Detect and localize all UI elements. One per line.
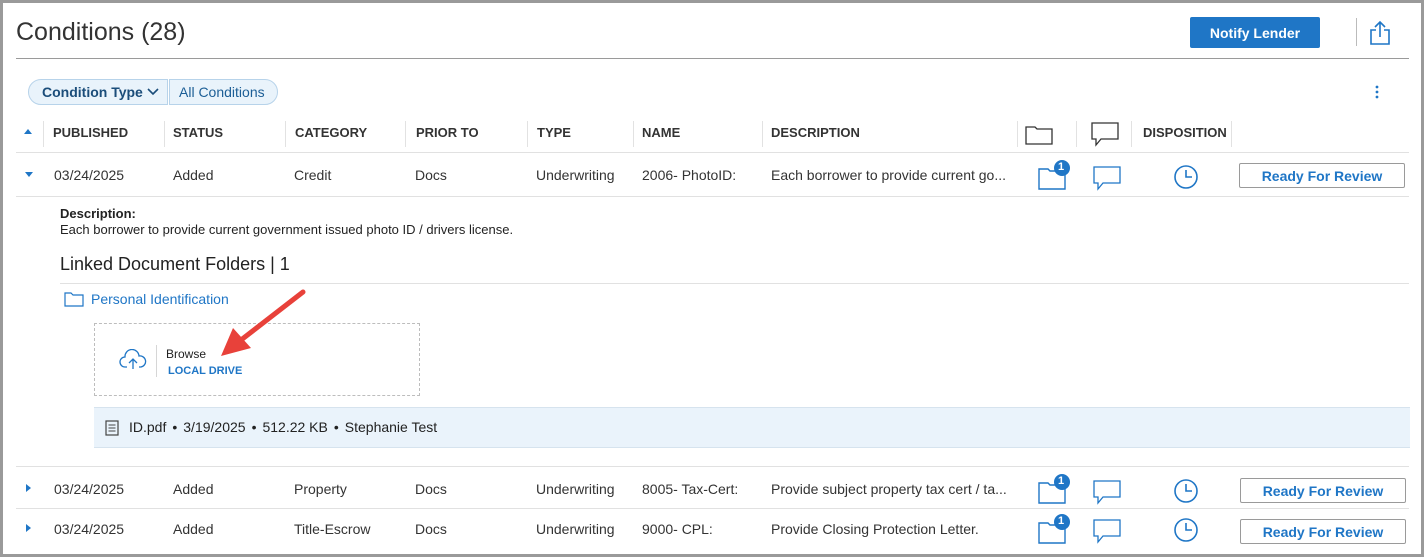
cell-status: Added	[173, 481, 214, 497]
col-published[interactable]: PUBLISHED	[53, 125, 128, 140]
clock-icon[interactable]	[1173, 478, 1199, 504]
col-type[interactable]: TYPE	[537, 125, 571, 140]
cloud-upload-icon	[119, 349, 147, 369]
doc-count-badge: 1	[1058, 161, 1065, 173]
share-icon[interactable]	[1367, 20, 1393, 46]
all-conditions-filter[interactable]: All Conditions	[169, 79, 278, 105]
cell-published: 03/24/2025	[54, 481, 125, 497]
file-user: Stephanie Test	[344, 419, 438, 435]
expand-row-icon[interactable]	[25, 523, 33, 533]
condition-type-label: Condition Type	[42, 84, 143, 100]
cell-category: Property	[294, 481, 347, 497]
cell-status: Added	[173, 167, 214, 183]
browse-label: Browse	[166, 347, 207, 361]
condition-type-filter[interactable]: Condition Type	[28, 79, 168, 105]
documents-button[interactable]: 1	[1037, 512, 1077, 544]
comment-icon[interactable]	[1093, 479, 1121, 505]
cell-prior-to: Docs	[415, 481, 447, 497]
cell-name: 9000- CPL:	[642, 521, 713, 537]
comment-icon[interactable]	[1093, 165, 1121, 191]
cell-description: Each borrower to provide current go...	[771, 167, 1007, 183]
clock-icon[interactable]	[1173, 164, 1199, 190]
cell-type: Underwriting	[536, 521, 615, 537]
documents-button[interactable]: 1	[1037, 158, 1077, 190]
folder-link[interactable]: Personal Identification	[91, 291, 229, 307]
col-description[interactable]: DESCRIPTION	[771, 125, 860, 140]
col-category[interactable]: CATEGORY	[295, 125, 367, 140]
doc-count-badge: 1	[1058, 475, 1065, 487]
file-size: 512.22 KB	[262, 419, 328, 435]
cell-prior-to: Docs	[415, 167, 447, 183]
collapse-row-icon[interactable]	[24, 171, 34, 179]
ready-for-review-button[interactable]: Ready For Review	[1240, 478, 1406, 503]
cell-description: Provide Closing Protection Letter.	[771, 521, 979, 537]
header-divider-line	[16, 58, 1409, 59]
documents-button[interactable]: 1	[1037, 472, 1077, 504]
file-date: 3/19/2025	[183, 419, 246, 435]
header-divider	[1356, 18, 1357, 46]
local-drive-link[interactable]: LOCAL DRIVE	[168, 365, 242, 377]
ready-for-review-button[interactable]: Ready For Review	[1239, 163, 1405, 188]
cell-category: Credit	[294, 167, 332, 183]
cell-category: Title-Escrow	[294, 521, 371, 537]
comment-icon[interactable]	[1093, 518, 1121, 544]
folder-icon	[1038, 474, 1070, 504]
cell-published: 03/24/2025	[54, 521, 125, 537]
linked-folders-title: Linked Document Folders | 1	[60, 254, 290, 274]
chevron-down-icon	[147, 88, 159, 96]
cell-status: Added	[173, 521, 214, 537]
conditions-panel: Conditions (28) Notify Lender Condition …	[0, 0, 1424, 557]
doc-count-badge: 1	[1058, 515, 1065, 527]
folder-icon	[1038, 160, 1070, 190]
description-text: Each borrower to provide current governm…	[60, 222, 514, 237]
kebab-menu-icon[interactable]	[1374, 84, 1380, 100]
file-name[interactable]: ID.pdf	[129, 419, 166, 435]
page-title: Conditions (28)	[16, 18, 186, 46]
clock-icon[interactable]	[1173, 517, 1199, 543]
cell-published: 03/24/2025	[54, 167, 125, 183]
file-meta: ID.pdf • 3/19/2025 • 512.22 KB • Stephanie Tes…	[129, 419, 438, 435]
notify-lender-button[interactable]: Notify Lender	[1190, 17, 1320, 48]
ready-for-review-button[interactable]: Ready For Review	[1240, 519, 1406, 544]
expand-row-icon[interactable]	[25, 483, 33, 493]
description-label: Description:	[60, 206, 136, 221]
folder-icon	[1025, 126, 1053, 145]
cell-name: 8005- Tax-Cert:	[642, 481, 739, 497]
cell-description: Provide subject property tax cert / ta..…	[771, 481, 1007, 497]
comment-icon	[1091, 122, 1119, 147]
col-prior-to[interactable]: PRIOR TO	[416, 125, 479, 140]
folder-icon	[64, 292, 84, 307]
cell-prior-to: Docs	[415, 521, 447, 537]
file-icon	[105, 420, 119, 436]
all-conditions-label: All Conditions	[179, 84, 265, 100]
cell-name: 2006- PhotoID:	[642, 167, 737, 183]
col-name[interactable]: NAME	[642, 125, 680, 140]
cell-type: Underwriting	[536, 167, 615, 183]
sort-up-icon[interactable]	[23, 127, 33, 135]
cell-type: Underwriting	[536, 481, 615, 497]
col-status[interactable]: STATUS	[173, 125, 223, 140]
col-disposition[interactable]: DISPOSITION	[1143, 125, 1227, 140]
folder-icon	[1038, 514, 1070, 544]
arrow-annotation	[221, 289, 306, 356]
